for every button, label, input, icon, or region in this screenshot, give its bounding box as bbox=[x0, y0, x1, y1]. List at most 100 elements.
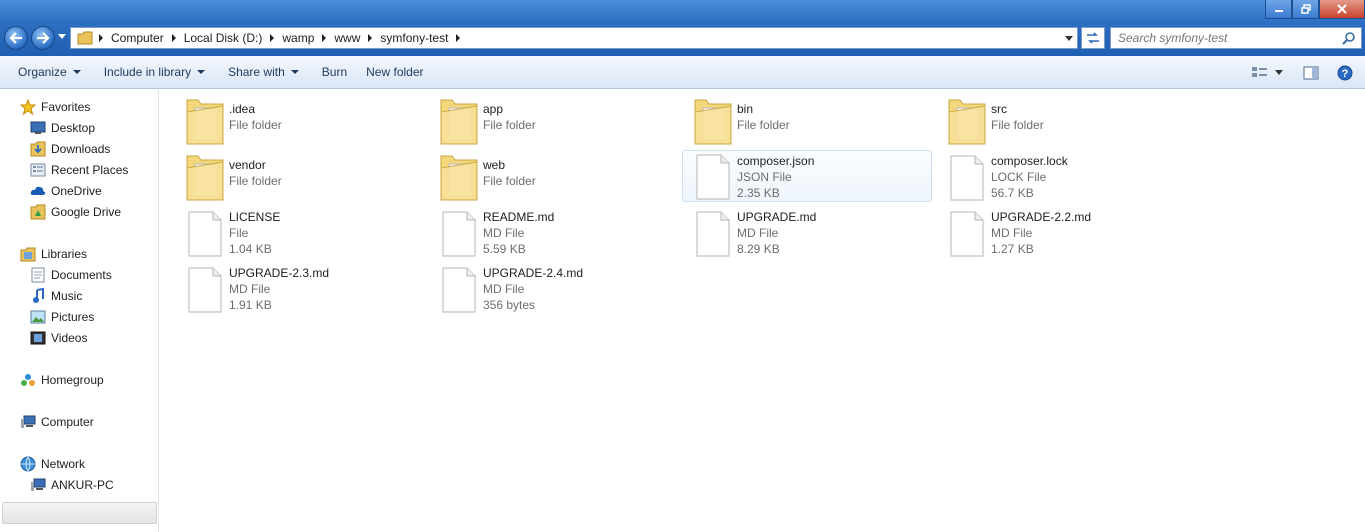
file-item[interactable]: vendor File folder bbox=[180, 152, 430, 204]
onedrive-cloud-icon bbox=[30, 186, 46, 195]
burn-button[interactable]: Burn bbox=[308, 56, 356, 88]
nav-item-downloads[interactable]: Downloads bbox=[29, 139, 110, 159]
nav-item-music[interactable]: Music bbox=[29, 286, 82, 306]
nav-item-google-drive[interactable]: Google Drive bbox=[29, 202, 121, 222]
file-item[interactable]: .idea File folder bbox=[180, 96, 430, 148]
document-icon bbox=[950, 155, 984, 201]
file-item[interactable]: UPGRADE.md MD File 8.29 KB bbox=[688, 208, 938, 260]
nav-item-recent-places[interactable]: Recent Places bbox=[29, 160, 128, 180]
nav-network[interactable]: Network bbox=[19, 454, 85, 474]
file-item[interactable]: composer.lock LOCK File 56.7 KB bbox=[942, 152, 1192, 204]
breadcrumb-www[interactable]: www bbox=[334, 31, 380, 45]
downloads-icon bbox=[30, 141, 46, 157]
restore-button[interactable] bbox=[1292, 0, 1319, 19]
navigation-pane: Favorites Desktop Downloads Recent Place… bbox=[0, 90, 159, 532]
breadcrumb-computer[interactable]: Computer bbox=[111, 31, 184, 45]
file-item[interactable]: bin File folder bbox=[688, 96, 938, 148]
preview-pane-icon bbox=[1303, 66, 1319, 79]
google-drive-icon bbox=[30, 204, 46, 220]
help-icon: ? bbox=[1337, 65, 1353, 80]
file-item[interactable]: app File folder bbox=[434, 96, 684, 148]
homegroup-icon bbox=[21, 374, 35, 386]
folder-icon bbox=[948, 99, 986, 145]
pictures-icon bbox=[30, 310, 46, 324]
minimize-icon bbox=[1274, 10, 1283, 12]
nav-item-videos[interactable]: Videos bbox=[29, 328, 87, 348]
videos-film-icon bbox=[30, 331, 46, 345]
include-in-library-menu[interactable]: Include in library bbox=[90, 56, 214, 88]
documents-icon bbox=[31, 267, 45, 283]
file-item[interactable]: UPGRADE-2.4.md MD File 356 bytes bbox=[434, 264, 684, 316]
preview-pane-button[interactable] bbox=[1297, 61, 1325, 85]
refresh-icon bbox=[1087, 32, 1099, 44]
command-bar: Organize Include in library Share with B… bbox=[0, 56, 1365, 89]
file-list-view: .idea File folder app File folder bin File … bbox=[160, 90, 1365, 532]
nav-homegroup[interactable]: Homegroup bbox=[19, 370, 104, 390]
close-button[interactable] bbox=[1319, 0, 1365, 19]
view-dropdown-icon bbox=[1275, 70, 1283, 75]
breadcrumb-local-disk[interactable]: Local Disk (D:) bbox=[184, 31, 283, 45]
change-view-button[interactable] bbox=[1245, 61, 1289, 85]
address-bar[interactable]: Computer Local Disk (D:) wamp www symfon… bbox=[70, 27, 1078, 49]
folder-icon bbox=[186, 99, 224, 145]
music-note-icon bbox=[33, 288, 44, 303]
file-item[interactable]: README.md MD File 5.59 KB bbox=[434, 208, 684, 260]
document-icon bbox=[696, 154, 730, 200]
document-icon bbox=[442, 267, 476, 313]
help-button[interactable]: ? bbox=[1331, 61, 1359, 85]
view-controls: ? bbox=[1245, 56, 1365, 89]
address-dropdown-icon[interactable] bbox=[1065, 36, 1073, 41]
folder-icon bbox=[694, 99, 732, 145]
search-box[interactable] bbox=[1110, 27, 1362, 49]
nav-item-onedrive[interactable]: OneDrive bbox=[29, 181, 102, 201]
document-icon bbox=[696, 211, 730, 257]
file-item[interactable]: UPGRADE-2.2.md MD File 1.27 KB bbox=[942, 208, 1192, 260]
computer-icon bbox=[21, 415, 36, 428]
organize-menu[interactable]: Organize bbox=[0, 56, 90, 88]
close-icon bbox=[1337, 4, 1347, 14]
new-folder-button[interactable]: New folder bbox=[356, 56, 432, 88]
share-with-menu[interactable]: Share with bbox=[214, 56, 308, 88]
view-details-icon bbox=[1252, 66, 1267, 77]
document-icon bbox=[188, 267, 222, 313]
computer-icon bbox=[31, 478, 46, 491]
document-icon bbox=[950, 211, 984, 257]
arrow-left-icon bbox=[9, 32, 22, 44]
nav-libraries[interactable]: Libraries bbox=[19, 244, 87, 264]
file-item[interactable]: LICENSE File 1.04 KB bbox=[180, 208, 430, 260]
nav-selection-highlight bbox=[2, 502, 157, 524]
folder-icon bbox=[77, 31, 93, 45]
recent-pages-dropdown-icon[interactable] bbox=[58, 34, 66, 39]
nav-item-desktop[interactable]: Desktop bbox=[29, 118, 95, 138]
file-item[interactable]: web File folder bbox=[434, 152, 684, 204]
libraries-icon bbox=[20, 247, 36, 262]
desktop-icon bbox=[30, 121, 46, 134]
file-item[interactable]: UPGRADE-2.3.md MD File 1.91 KB bbox=[180, 264, 430, 316]
recent-places-icon bbox=[30, 163, 46, 177]
search-input[interactable] bbox=[1118, 31, 1338, 45]
file-item[interactable]: src File folder bbox=[942, 96, 1192, 148]
back-button[interactable] bbox=[4, 26, 28, 50]
breadcrumb-root-arrow[interactable] bbox=[97, 34, 111, 42]
document-icon bbox=[442, 211, 476, 257]
arrow-right-icon bbox=[37, 32, 50, 44]
folder-icon bbox=[440, 99, 478, 145]
folder-icon bbox=[440, 155, 478, 201]
refresh-button[interactable] bbox=[1081, 27, 1105, 49]
nav-item-documents[interactable]: Documents bbox=[29, 265, 112, 285]
forward-button[interactable] bbox=[31, 26, 55, 50]
svg-text:?: ? bbox=[1342, 68, 1349, 80]
title-bar: Computer Local Disk (D:) wamp www symfon… bbox=[0, 0, 1365, 56]
file-item-selected[interactable]: composer.json JSON File 2.35 KB bbox=[682, 150, 932, 202]
window-controls bbox=[1265, 0, 1365, 19]
nav-item-ankur-pc[interactable]: ANKUR-PC bbox=[29, 475, 114, 495]
nav-favorites[interactable]: Favorites bbox=[19, 97, 90, 117]
breadcrumb-wamp[interactable]: wamp bbox=[282, 31, 334, 45]
breadcrumb-symfony-test[interactable]: symfony-test bbox=[380, 31, 468, 45]
document-icon bbox=[188, 211, 222, 257]
search-icon[interactable] bbox=[1342, 32, 1355, 45]
nav-item-pictures[interactable]: Pictures bbox=[29, 307, 94, 327]
nav-computer[interactable]: Computer bbox=[19, 412, 94, 432]
minimize-button[interactable] bbox=[1265, 0, 1292, 19]
network-icon bbox=[20, 456, 36, 472]
